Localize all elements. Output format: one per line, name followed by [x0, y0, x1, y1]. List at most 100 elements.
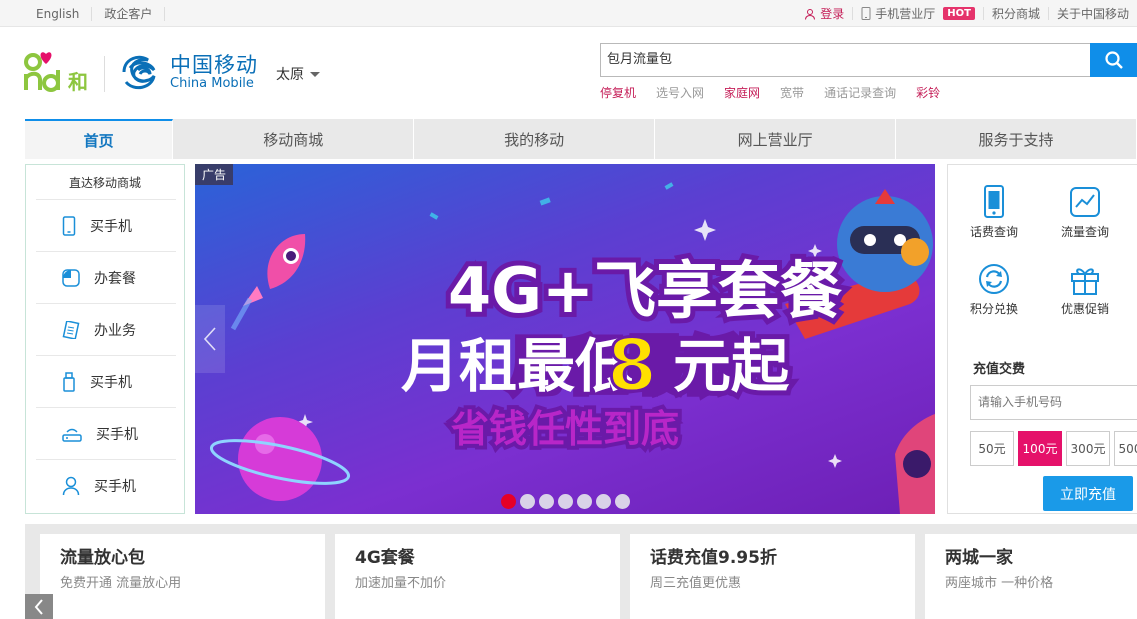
tab-service-support[interactable]: 服务于支持	[896, 119, 1137, 159]
tab-online-hall[interactable]: 网上营业厅	[655, 119, 897, 159]
about-link[interactable]: 关于中国移动	[1049, 5, 1137, 22]
carousel-dot[interactable]	[520, 494, 535, 509]
english-link[interactable]: English	[24, 7, 91, 21]
headline-2a: 月租最低	[401, 332, 633, 400]
carousel-dot[interactable]	[577, 494, 592, 509]
carousel-dot[interactable]	[539, 494, 554, 509]
carousel-dot[interactable]	[558, 494, 573, 509]
service-data-query[interactable]: 流量查询	[1050, 185, 1120, 240]
carousel-dot[interactable]	[596, 494, 611, 509]
hotword-link[interactable]: 宽带	[780, 84, 804, 101]
banner-illustration: 4G+飞享套餐 4G+飞享套餐 月租最低 月租最低 8 元起 元起 省钱任性到底…	[209, 182, 935, 514]
search-input[interactable]: 包月流量包	[600, 43, 1090, 77]
menu-item-buy-phone[interactable]: 买手机	[36, 459, 176, 511]
menu-item-business[interactable]: 办业务	[36, 303, 176, 355]
divider	[164, 6, 166, 21]
recharge-now-button[interactable]: 立即充值	[1043, 476, 1133, 511]
carousel-dot[interactable]	[501, 494, 516, 509]
menu-item-label: 买手机	[90, 218, 132, 235]
headline-1: 4G+飞享套餐	[448, 254, 842, 327]
login-link[interactable]: 登录	[796, 5, 852, 22]
menu-item-package[interactable]: 办套餐	[36, 251, 176, 303]
top-bar: English 政企客户 登录 手机营业厅 HOT 积分商城 关于中国移动	[0, 0, 1137, 27]
promo-card[interactable]: 两城一家 两座城市 一种价格	[925, 534, 1137, 619]
menu-item-label: 买手机	[96, 426, 138, 443]
svg-text:和: 和	[68, 70, 88, 94]
hotword-link[interactable]: 通话记录查询	[824, 84, 896, 101]
promo-subtitle: 周三充值更优惠	[650, 576, 742, 591]
headline-2b: 8	[607, 323, 657, 407]
recharge-title: 充值交费	[973, 362, 1026, 377]
promo-card[interactable]: 4G套餐 加速加量不加价	[335, 534, 620, 619]
main-nav: 首页 移动商城 我的移动 网上营业厅 服务于支持	[25, 119, 1137, 159]
login-label: 登录	[820, 7, 845, 21]
menu-item-label: 办业务	[94, 322, 136, 339]
tab-my-mobile[interactable]: 我的移动	[414, 119, 656, 159]
promo-card[interactable]: 流量放心包 免费开通 流量放心用	[40, 534, 325, 619]
exchange-icon	[979, 264, 1009, 294]
mobile-icon	[861, 7, 871, 20]
phone-icon	[62, 215, 76, 236]
city-label: 太原	[276, 67, 304, 83]
promo-subtitle: 两座城市 一种价格	[945, 576, 1054, 591]
hot-badge: HOT	[943, 7, 975, 20]
promo-banner[interactable]: 4G+飞享套餐 4G+飞享套餐 月租最低 月租最低 8 元起 元起 省钱任性到底…	[195, 164, 935, 514]
search-box: 包月流量包	[600, 43, 1137, 77]
service-promotions[interactable]: 优惠促销	[1050, 262, 1120, 317]
menu-item-buy-phone[interactable]: 买手机	[36, 407, 176, 459]
hotword-link[interactable]: 彩铃	[916, 84, 940, 101]
promo-subtitle: 免费开通 流量放心用	[60, 576, 182, 591]
service-label: 积分兑换	[969, 302, 1018, 316]
china-mobile-logo[interactable]: 中国移动 China Mobile	[118, 50, 258, 94]
menu-item-buy-phone[interactable]: 买手机	[36, 199, 176, 251]
hotword-link[interactable]: 停复机	[600, 84, 636, 101]
amount-option[interactable]: 500元	[1114, 431, 1137, 466]
phone-number-input[interactable]: 请输入手机号码	[970, 385, 1137, 420]
promo-title: 话费充值9.95折	[650, 548, 777, 568]
promo-title: 流量放心包	[60, 548, 145, 568]
hotword-link[interactable]: 选号入网	[656, 84, 704, 101]
menu-title: 直达移动商城	[68, 176, 141, 190]
data-chart-icon	[1070, 187, 1100, 217]
amount-option[interactable]: 300元	[1066, 431, 1110, 466]
headline-3: 省钱任性到底	[451, 407, 679, 451]
logo-divider	[104, 56, 105, 92]
rocket-illustration	[230, 234, 306, 331]
tab-home[interactable]: 首页	[25, 119, 174, 159]
menu-item-label: 办套餐	[94, 270, 136, 287]
usb-icon	[63, 371, 75, 392]
promo-title: 两城一家	[945, 548, 1013, 568]
menu-item-label: 买手机	[94, 478, 136, 495]
headline-2c: 元起	[673, 332, 790, 400]
header: 和 中国移动 China Mobile 太原 包月流量包 停复机 选号入网 家庭…	[0, 28, 1137, 118]
hotword-link[interactable]: 家庭网	[724, 84, 760, 101]
planet-illustration	[209, 417, 351, 501]
amount-option-selected[interactable]: 100元	[1018, 431, 1062, 466]
and-logo[interactable]: 和	[24, 50, 92, 96]
gov-customer-link[interactable]: 政企客户	[92, 5, 164, 22]
banner-prev-button[interactable]	[195, 305, 225, 373]
and-logo-mark: 和	[24, 52, 88, 94]
mobile-hall-link[interactable]: 手机营业厅 HOT	[853, 5, 983, 22]
service-points-exchange[interactable]: 积分兑换	[959, 262, 1029, 317]
carousel-dot[interactable]	[615, 494, 630, 509]
caret-down-icon	[310, 71, 320, 77]
about-label: 关于中国移动	[1056, 7, 1129, 21]
search-button[interactable]	[1090, 43, 1137, 77]
promo-title: 4G套餐	[355, 548, 415, 568]
service-label: 话费查询	[969, 225, 1018, 239]
points-mall-label: 积分商城	[991, 7, 1040, 21]
service-phone-bill[interactable]: 话费查询	[959, 185, 1029, 240]
promo-strip: 流量放心包 免费开通 流量放心用 4G套餐 加速加量不加价 话费充值9.95折 …	[25, 524, 1137, 619]
phone-bill-icon	[984, 185, 1004, 218]
promo-subtitle: 加速加量不加价	[355, 576, 447, 591]
document-icon	[62, 320, 80, 339]
gift-icon	[1071, 268, 1099, 295]
amount-option[interactable]: 50元	[970, 431, 1014, 466]
promo-card[interactable]: 话费充值9.95折 周三充值更优惠	[630, 534, 915, 619]
city-selector[interactable]: 太原	[276, 64, 320, 84]
promo-prev-button[interactable]	[25, 594, 53, 619]
menu-item-buy-phone[interactable]: 买手机	[36, 355, 176, 407]
tab-mall[interactable]: 移动商城	[173, 119, 415, 159]
points-mall-link[interactable]: 积分商城	[984, 5, 1048, 22]
